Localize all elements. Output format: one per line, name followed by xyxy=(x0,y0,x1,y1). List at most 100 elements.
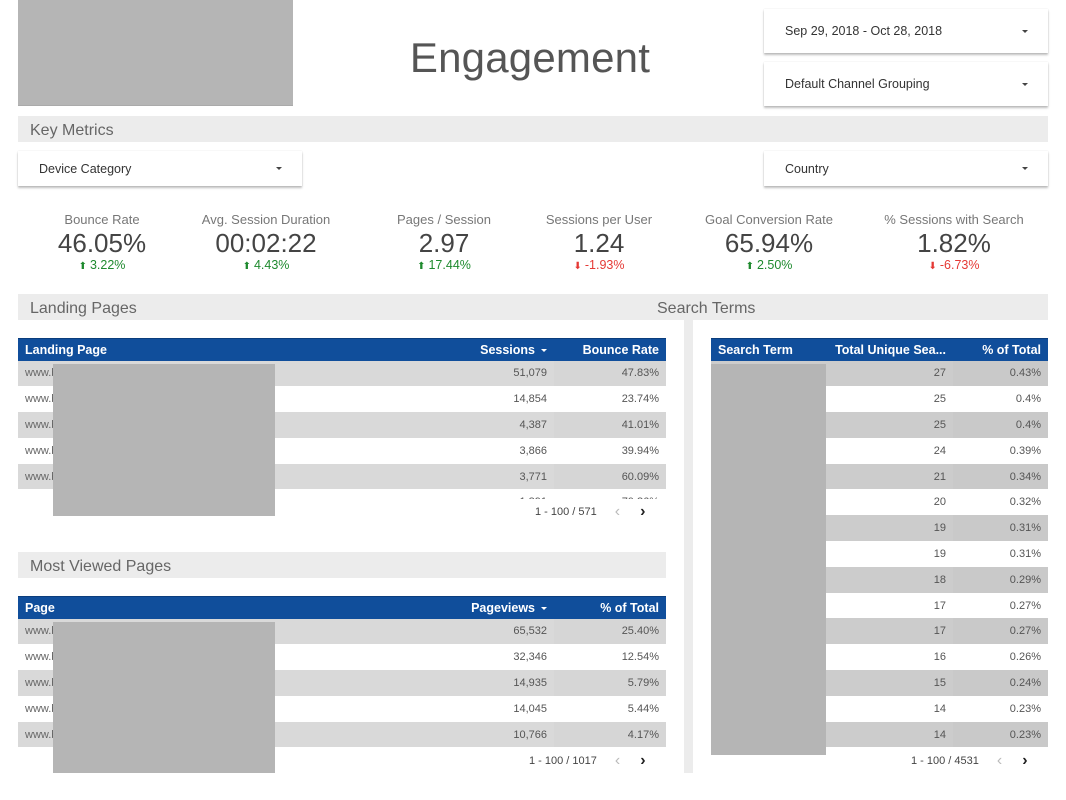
arrow-up-icon: ⬆ xyxy=(78,261,87,272)
table-cell: 0.27% xyxy=(953,592,1048,619)
kpi-value: 65.94% xyxy=(724,228,814,258)
section-title: Most Viewed Pages xyxy=(30,558,172,575)
table-cell: 25 xyxy=(826,412,953,438)
arrow-up-icon: ⬆ xyxy=(417,261,426,272)
next-page-button[interactable]: › xyxy=(1022,752,1027,770)
search-terms-title: Search Terms xyxy=(657,300,756,317)
chevron-down-icon xyxy=(1022,167,1028,170)
table-cell: 18 xyxy=(826,566,953,593)
table-cell: 5.79% xyxy=(554,670,666,696)
arrow-down-icon: ⬇ xyxy=(928,261,937,272)
chevron-down-icon xyxy=(1022,82,1028,86)
redacted-region xyxy=(711,364,826,755)
column-header-bounce-rate[interactable]: Bounce Rate xyxy=(554,338,666,361)
table-cell: 0.31% xyxy=(953,515,1048,542)
kpi-delta-value: -1.93% xyxy=(584,258,625,272)
kpi-label: Bounce Rate xyxy=(64,212,140,227)
device-category-filter[interactable]: Device Category xyxy=(18,151,302,186)
column-header-landing-page[interactable]: Landing Page xyxy=(18,338,410,361)
most-viewed-pagination: 1 - 100 / 1017 ‹ › xyxy=(529,752,646,770)
table-cell: 60.09% xyxy=(554,463,666,490)
table-cell: 39.94% xyxy=(554,437,666,464)
column-header-total-unique-searches[interactable]: Total Unique Sea... xyxy=(826,338,953,361)
table-cell: 0.29% xyxy=(953,566,1048,593)
pagination-range: 1 - 100 / 1017 xyxy=(529,755,597,767)
date-range-picker[interactable]: Sep 29, 2018 - Oct 28, 2018 xyxy=(764,9,1048,53)
search-terms-pagination: 1 - 100 / 4531 ‹ › xyxy=(911,752,1028,770)
kpi-label: Avg. Session Duration xyxy=(201,212,331,227)
column-header-sessions[interactable]: Sessions xyxy=(410,338,554,361)
kpi-scorecard: Avg. Session Duration 00:02:22 ⬆ 4.43% xyxy=(186,212,346,274)
chevron-down-icon xyxy=(276,167,282,170)
table-cell: 0.43% xyxy=(953,360,1048,387)
table-cell: 19 xyxy=(826,515,953,542)
kpi-delta-value: 3.22% xyxy=(89,258,126,272)
table-cell: 3,866 xyxy=(410,437,554,464)
kpi-delta: ⬆ 3.22% xyxy=(22,258,182,274)
kpi-label: % Sessions with Search xyxy=(884,212,1024,227)
channel-grouping-label: Default Channel Grouping xyxy=(785,77,930,91)
table-cell: 65,532 xyxy=(410,618,554,645)
table-cell: 5.44% xyxy=(554,695,666,722)
table-cell: 25 xyxy=(826,386,953,413)
kpi-delta: ⬇ -1.93% xyxy=(519,258,679,274)
table-cell: 0.24% xyxy=(953,670,1048,696)
table-cell: 12.54% xyxy=(554,644,666,671)
table-cell: 0.4% xyxy=(953,386,1048,413)
table-cell: 16 xyxy=(826,644,953,671)
column-header-pageviews[interactable]: Pageviews xyxy=(410,596,554,619)
table-cell: 10,766 xyxy=(410,721,554,748)
table-cell: 14,935 xyxy=(410,670,554,696)
table-cell: 0.27% xyxy=(953,618,1048,645)
chevron-down-icon xyxy=(1022,29,1028,33)
column-divider xyxy=(684,320,693,773)
column-header-percent-of-total[interactable]: % of Total xyxy=(554,596,666,619)
kpi-scorecard: Sessions per User 1.24 ⬇ -1.93% xyxy=(519,212,679,274)
table-cell: 1,891 xyxy=(410,489,554,499)
table-cell: 3,771 xyxy=(410,463,554,490)
table-cell: 0.26% xyxy=(953,644,1048,671)
table-cell: 23.74% xyxy=(554,386,666,413)
column-header-search-term[interactable]: Search Term xyxy=(711,338,826,361)
kpi-label: Sessions per User xyxy=(545,212,653,227)
table-cell: 27 xyxy=(826,360,953,387)
table-cell: 41.01% xyxy=(554,412,666,438)
kpi-delta-value: 2.50% xyxy=(756,258,793,272)
previous-page-button[interactable]: ‹ xyxy=(615,503,620,521)
table-cell: 0.39% xyxy=(953,437,1048,464)
kpi-scorecard: Pages / Session 2.97 ⬆ 17.44% xyxy=(364,212,524,274)
channel-grouping-filter[interactable]: Default Channel Grouping xyxy=(764,62,1048,106)
landing-pages-pagination: 1 - 100 / 571 ‹ › xyxy=(535,503,645,521)
kpi-delta-value: -6.73% xyxy=(939,258,980,272)
kpi-value: 1.82% xyxy=(917,228,991,258)
redacted-region xyxy=(53,622,275,773)
previous-page-button[interactable]: ‹ xyxy=(997,752,1002,770)
page-title: Engagement xyxy=(409,34,651,81)
next-page-button[interactable]: › xyxy=(640,752,645,770)
table-cell: 20 xyxy=(826,489,953,516)
table-cell: 32,346 xyxy=(410,644,554,671)
landing-pages-header: Landing Pages Search Terms xyxy=(18,294,1048,320)
kpi-delta: ⬆ 4.43% xyxy=(186,258,346,274)
kpi-value: 00:02:22 xyxy=(215,228,317,258)
previous-page-button[interactable]: ‹ xyxy=(615,752,620,770)
column-header-page[interactable]: Page xyxy=(18,596,410,619)
table-cell: 19 xyxy=(826,541,953,567)
column-header-percent-of-total[interactable]: % of Total xyxy=(953,338,1048,361)
table-cell: 70.86% xyxy=(554,489,666,499)
kpi-value: 1.24 xyxy=(573,228,625,258)
next-page-button[interactable]: › xyxy=(640,503,645,521)
kpi-delta-value: 17.44% xyxy=(428,258,471,272)
date-range-label: Sep 29, 2018 - Oct 28, 2018 xyxy=(785,24,943,38)
table-cell: 14,854 xyxy=(410,386,554,413)
kpi-label: Pages / Session xyxy=(397,212,491,227)
kpi-delta: ⬆ 17.44% xyxy=(364,258,524,274)
kpi-scorecard: Goal Conversion Rate 65.94% ⬆ 2.50% xyxy=(689,212,849,274)
country-filter[interactable]: Country xyxy=(764,151,1048,186)
table-cell: 0.23% xyxy=(953,695,1048,722)
table-cell: 4,387 xyxy=(410,412,554,438)
pagination-range: 1 - 100 / 571 xyxy=(535,506,597,518)
arrow-down-icon: ⬇ xyxy=(573,261,582,272)
most-viewed-pages-header: Most Viewed Pages xyxy=(18,552,666,578)
table-cell: 14,045 xyxy=(410,695,554,722)
